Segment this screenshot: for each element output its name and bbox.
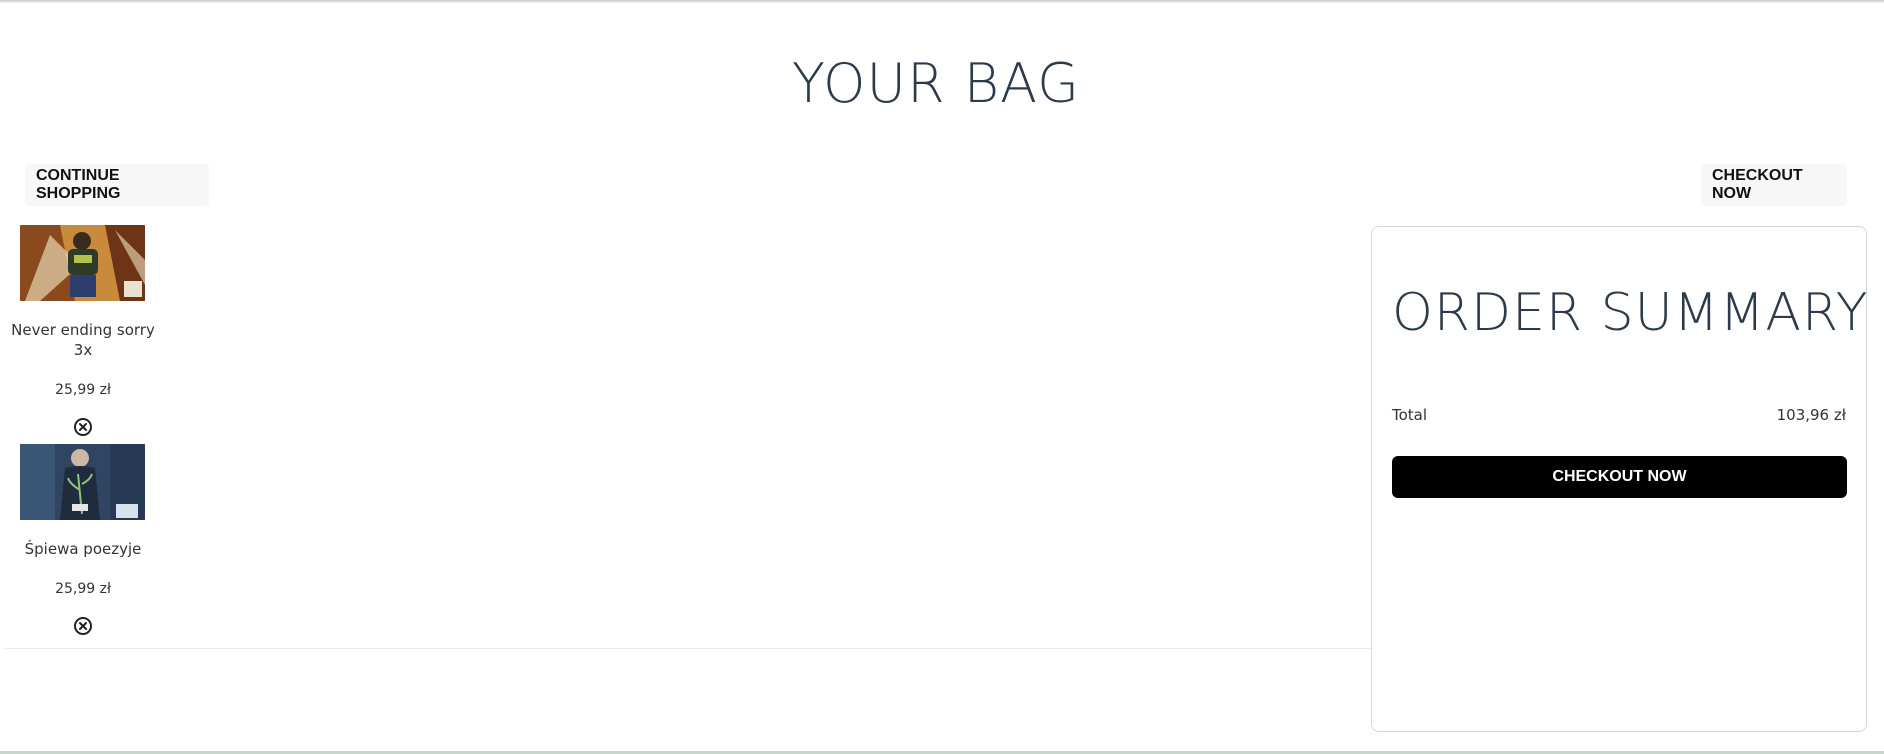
order-summary-panel: ORDER SUMMARY Total 103,96 zł CHECKOUT N… xyxy=(1371,226,1869,732)
cart-item: Śpiewa poezyje 25,99 zł xyxy=(0,444,166,636)
top-shadow xyxy=(0,0,1884,3)
page-title: YOUR BAG xyxy=(792,52,1080,115)
total-label: Total xyxy=(1392,406,1428,424)
product-image[interactable] xyxy=(20,225,145,301)
cart-divider xyxy=(5,648,1371,649)
cart-item: Never ending sorry 3x 25,99 zł xyxy=(0,225,166,437)
item-name: Śpiewa poezyje xyxy=(24,540,142,558)
remove-item-icon[interactable] xyxy=(73,417,93,437)
checkout-now-top-button[interactable]: CHECKOUT NOW xyxy=(1701,164,1847,206)
total-value: 103,96 zł xyxy=(1776,406,1846,424)
remove-item-icon[interactable] xyxy=(73,616,93,636)
item-price: 25,99 zł xyxy=(55,581,111,597)
continue-shopping-button[interactable]: CONTINUE SHOPPING xyxy=(25,164,209,206)
product-image[interactable] xyxy=(20,444,145,520)
cart-page: YOUR BAG CONTINUE SHOPPING CHECKOUT NOW … xyxy=(0,0,1884,754)
item-price: 25,99 zł xyxy=(55,382,111,398)
summary-total-row: Total 103,96 zł xyxy=(1392,405,1846,425)
item-name: Never ending sorry 3x xyxy=(11,321,155,359)
order-summary-title: ORDER SUMMARY xyxy=(1392,283,1869,343)
checkout-now-button[interactable]: CHECKOUT NOW xyxy=(1392,456,1847,498)
